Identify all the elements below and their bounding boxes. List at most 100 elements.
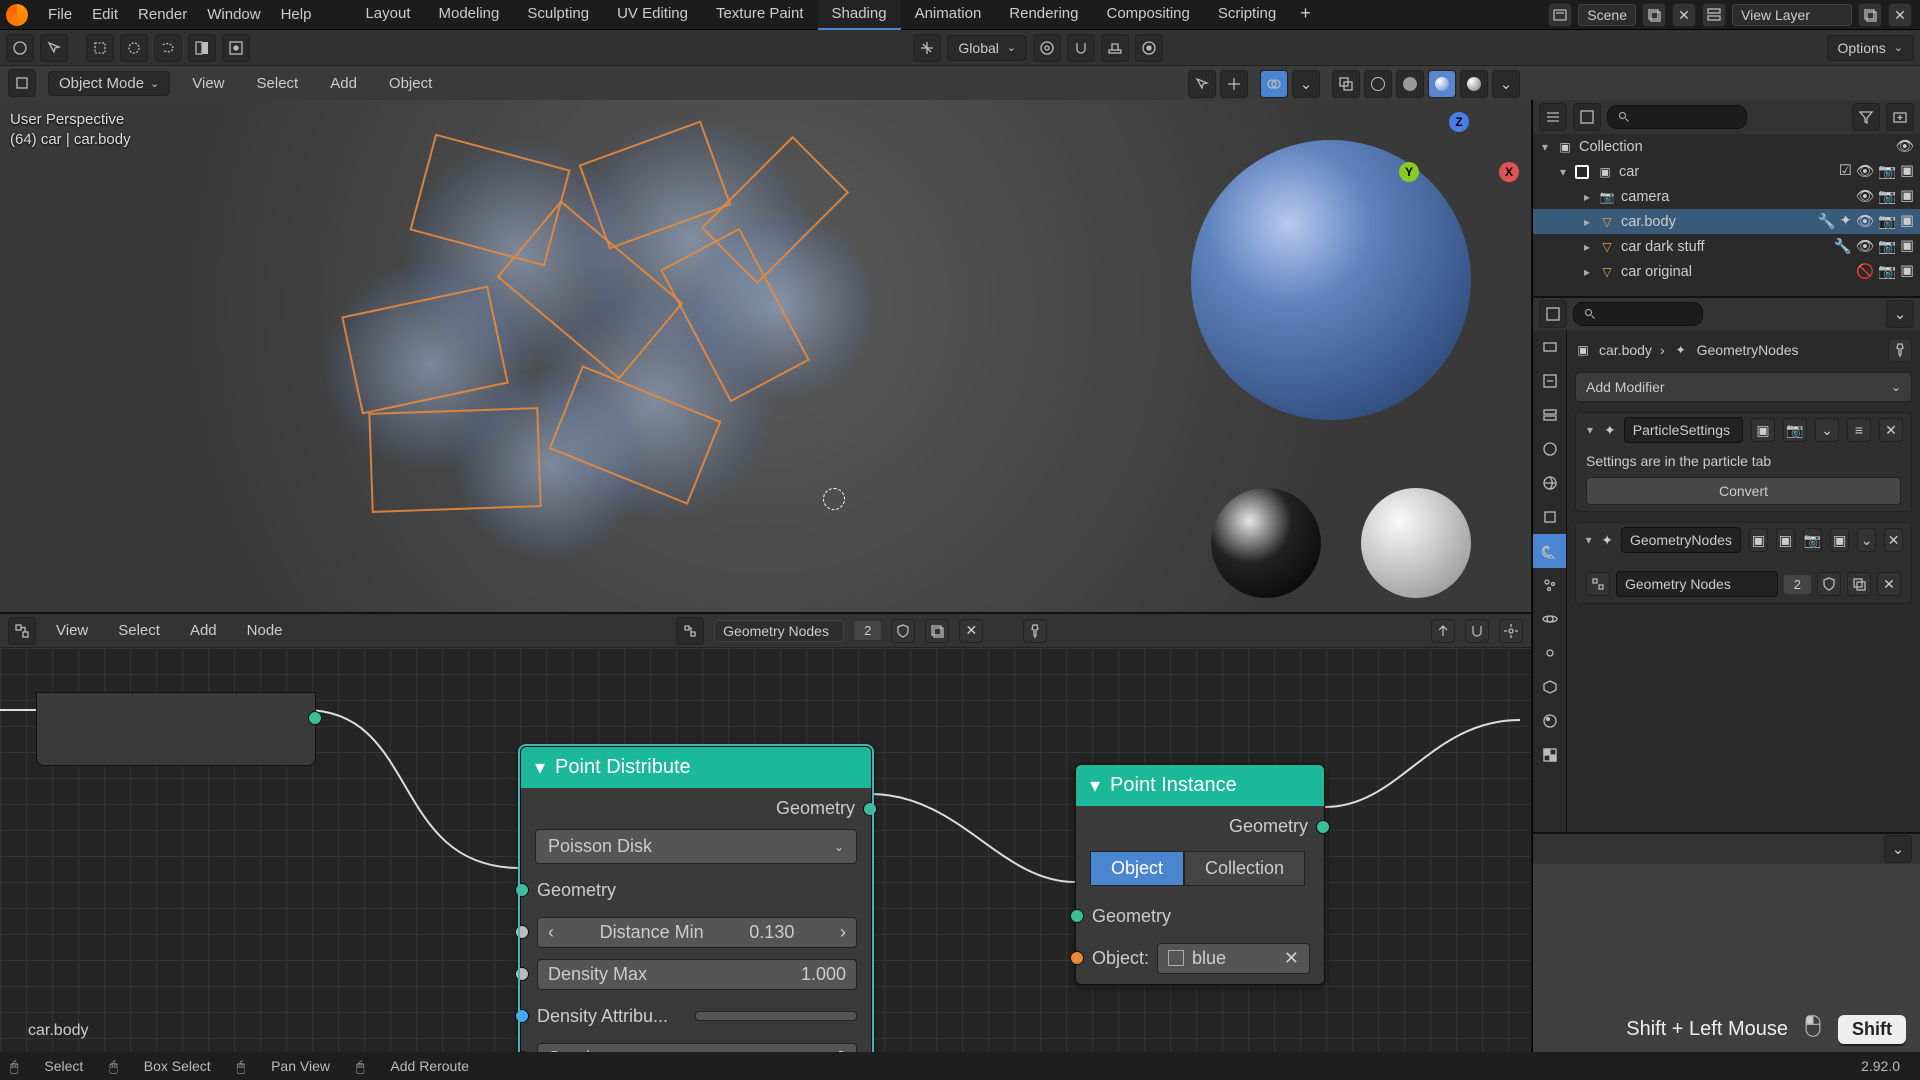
camera-icon[interactable]: 📷 <box>1878 163 1896 180</box>
ws-uvediting[interactable]: UV Editing <box>603 0 702 30</box>
node-header-point-distribute[interactable]: ▾ Point Distribute <box>521 747 871 788</box>
menu-window[interactable]: Window <box>197 2 270 27</box>
node-editor-type-icon[interactable] <box>8 617 36 645</box>
eye-icon[interactable]: 👁 <box>1856 213 1874 230</box>
density-max-socket[interactable] <box>515 967 529 981</box>
ps-dropdown-icon[interactable]: ⌄ <box>1815 418 1839 442</box>
ws-rendering[interactable]: Rendering <box>995 0 1092 30</box>
tree-scene-collection[interactable]: ▾ ▣ Collection 👁 <box>1533 134 1920 159</box>
shading-solid-icon[interactable] <box>1396 70 1424 98</box>
panel-collapse-icon[interactable]: ▾ <box>1584 533 1593 547</box>
prop-tab-render[interactable] <box>1533 330 1566 364</box>
snap-target-icon[interactable] <box>1101 34 1129 62</box>
camera-icon[interactable]: 📷 <box>1878 263 1896 280</box>
add-modifier-button[interactable]: Add Modifier ⌄ <box>1575 372 1912 402</box>
properties-type-icon[interactable] <box>1539 300 1567 328</box>
prop-tab-output[interactable] <box>1533 364 1566 398</box>
ws-modeling[interactable]: Modeling <box>425 0 514 30</box>
gn-dropdown-icon[interactable]: ⌄ <box>1857 528 1876 552</box>
overlays-dropdown-icon[interactable]: ⌄ <box>1292 70 1320 98</box>
ps-menu-icon[interactable]: ≡ <box>1847 418 1871 442</box>
prop-tab-object[interactable] <box>1533 500 1566 534</box>
restrict-viewport-icon[interactable]: 👁 <box>1896 138 1914 155</box>
tree-camera[interactable]: ▸ 📷 camera 👁 📷 ▣ <box>1533 184 1920 209</box>
outliner-display-icon[interactable] <box>1573 103 1601 131</box>
node-menu-select[interactable]: Select <box>108 618 170 643</box>
tree-car-dark-stuff[interactable]: ▸ ▽ car dark stuff 🔧 👁 📷 ▣ <box>1533 234 1920 259</box>
viewport-menu-object[interactable]: Object <box>379 71 442 96</box>
transform-space-dropdown[interactable]: Global ⌄ <box>947 35 1027 61</box>
pi-output-geometry-socket[interactable] <box>1316 820 1330 834</box>
distance-min-field[interactable]: ‹ Distance Min 0.130 › <box>537 917 857 948</box>
new-collection-icon[interactable] <box>1886 103 1914 131</box>
shading-material-icon[interactable] <box>1428 70 1456 98</box>
mode-dropdown[interactable]: Object Mode ⌄ <box>48 71 170 96</box>
gizmo-z-icon[interactable]: Z <box>1449 112 1469 132</box>
distribute-mode-dropdown[interactable]: Poisson Disk ⌄ <box>535 829 857 864</box>
pi-tab-object[interactable]: Object <box>1090 851 1184 886</box>
ws-add-button[interactable]: + <box>1290 0 1321 30</box>
clear-icon[interactable]: ✕ <box>1284 948 1299 969</box>
node-header-point-instance[interactable]: ▾ Point Instance <box>1076 765 1324 806</box>
duplicate-icon[interactable] <box>1847 572 1871 596</box>
render-icon[interactable]: ▣ <box>1900 263 1914 280</box>
xray-icon[interactable] <box>1332 70 1360 98</box>
ws-compositing[interactable]: Compositing <box>1093 0 1204 30</box>
node-group-users-badge[interactable]: 2 <box>854 621 881 640</box>
convert-button[interactable]: Convert <box>1586 477 1901 505</box>
render-icon[interactable]: ▣ <box>1900 188 1914 205</box>
particle-settings-name-field[interactable]: ParticleSettings <box>1624 417 1743 443</box>
prop-tab-mesh[interactable] <box>1533 670 1566 704</box>
eye-icon[interactable]: 👁 <box>1856 238 1874 255</box>
pi-object-field[interactable]: blue ✕ <box>1157 943 1310 974</box>
filter-icon[interactable] <box>1852 103 1880 131</box>
collapse-triangle-icon[interactable]: ▾ <box>1090 773 1100 798</box>
node-point-instance[interactable]: ▾ Point Instance Geometry Object Collect… <box>1075 764 1325 985</box>
prop-tab-modifiers[interactable] <box>1533 534 1566 568</box>
camera-icon[interactable]: 📷 <box>1878 188 1896 205</box>
pi-object-socket[interactable] <box>1070 951 1084 965</box>
input-geometry-socket[interactable] <box>515 883 529 897</box>
camera-icon[interactable]: 📷 <box>1878 213 1896 230</box>
unlink-icon[interactable]: ✕ <box>1877 572 1901 596</box>
tree-car-collection[interactable]: ▾ ▣ car ☑ 👁 📷 ▣ <box>1533 159 1920 184</box>
ws-animation[interactable]: Animation <box>901 0 996 30</box>
node-snap-icon[interactable] <box>1465 619 1489 643</box>
gn-realtime-icon[interactable]: 📷 <box>1803 528 1822 552</box>
node-canvas[interactable]: ▾ Point Distribute Geometry Poisson Disk… <box>0 648 1531 1052</box>
viewport-menu-view[interactable]: View <box>182 71 234 96</box>
camera-icon[interactable]: 📷 <box>1878 238 1896 255</box>
node-group-shield-icon[interactable] <box>891 619 915 643</box>
panel-collapse-icon[interactable]: ▾ <box>1584 423 1596 437</box>
overlays-icon[interactable] <box>1260 70 1288 98</box>
pin-icon[interactable] <box>1888 338 1912 362</box>
particle-icon[interactable]: ✦ <box>1840 213 1852 230</box>
density-max-field[interactable]: Density Max 1.000 <box>537 959 857 990</box>
gn-delete-icon[interactable]: ✕ <box>1884 528 1903 552</box>
scene-delete-icon[interactable]: ✕ <box>1672 3 1696 27</box>
viewport-menu-select[interactable]: Select <box>247 71 309 96</box>
render-icon[interactable]: ▣ <box>1900 238 1914 255</box>
node-point-distribute[interactable]: ▾ Point Distribute Geometry Poisson Disk… <box>520 746 872 1052</box>
viewport-3d[interactable]: User Perspective (64) car | car.body <box>0 100 1532 612</box>
node-snap-target-icon[interactable] <box>1499 619 1523 643</box>
prop-tab-physics[interactable] <box>1533 602 1566 636</box>
prop-tab-texture[interactable] <box>1533 738 1566 772</box>
tree-car-original[interactable]: ▸ ▽ car original 🚫 📷 ▣ <box>1533 259 1920 284</box>
outliner-search-input[interactable] <box>1607 105 1747 129</box>
prop-tab-world[interactable] <box>1533 466 1566 500</box>
seed-field[interactable]: Seed 0 <box>537 1043 857 1053</box>
properties-options-icon[interactable]: ⌄ <box>1886 300 1914 328</box>
menu-render[interactable]: Render <box>128 2 197 27</box>
ws-texturepaint[interactable]: Texture Paint <box>702 0 818 30</box>
ps-realtime-icon[interactable]: 📷 <box>1783 418 1807 442</box>
prop-tab-particles[interactable] <box>1533 568 1566 602</box>
group-input-node[interactable] <box>36 692 316 766</box>
density-attr-socket[interactable] <box>515 1009 529 1023</box>
viewlayer-name-field[interactable]: View Layer <box>1732 4 1852 26</box>
gn-editmode-icon[interactable]: ▣ <box>1749 528 1768 552</box>
snap-icon[interactable] <box>1067 34 1095 62</box>
properties-search-input[interactable] <box>1573 302 1703 326</box>
eye-icon[interactable]: 👁 <box>1856 188 1874 205</box>
node-parent-icon[interactable] <box>1431 619 1455 643</box>
